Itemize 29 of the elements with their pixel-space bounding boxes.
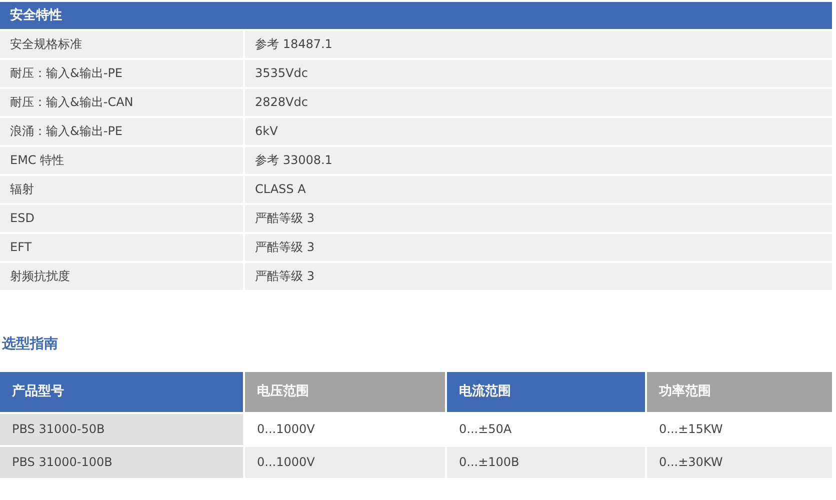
column-header: 产品型号: [0, 372, 243, 412]
table-cell: 2828Vdc: [245, 89, 832, 116]
table-cell: 0...±100B: [447, 447, 645, 478]
table-cell: 严酷等级 3: [245, 234, 832, 261]
column-header: 电压范围: [245, 372, 445, 412]
table-cell: 耐压：输入&输出-PE: [0, 60, 243, 87]
table-cell: EFT: [0, 234, 243, 261]
table-cell: 严酷等级 3: [245, 205, 832, 232]
table-cell: 耐压：输入&输出-CAN: [0, 89, 243, 116]
table-cell: 辐射: [0, 176, 243, 203]
table-header: 安全特性: [0, 2, 832, 29]
column-header: 功率范围: [647, 372, 832, 412]
section-heading: 选型指南: [2, 335, 59, 354]
table-cell: 严酷等级 3: [245, 263, 832, 290]
table-cell: 参考 18487.1: [245, 31, 832, 58]
table-cell: CLASS A: [245, 176, 832, 203]
table-cell: 0...±30KW: [647, 447, 832, 478]
table-cell: 0...1000V: [245, 447, 445, 478]
table-cell: EMC 特性: [0, 147, 243, 174]
table-cell: 3535Vdc: [245, 60, 832, 87]
table-cell: 浪涌：输入&输出-PE: [0, 118, 243, 145]
table-cell: 参考 33008.1: [245, 147, 832, 174]
table-cell: ESD: [0, 205, 243, 232]
table-cell: PBS 31000-50B: [0, 414, 243, 445]
table-cell: 射频抗扰度: [0, 263, 243, 290]
table-cell: PBS 31000-100B: [0, 447, 243, 478]
table-cell: 6kV: [245, 118, 832, 145]
column-header: 电流范围: [447, 372, 645, 412]
table-cell: 安全规格标准: [0, 31, 243, 58]
